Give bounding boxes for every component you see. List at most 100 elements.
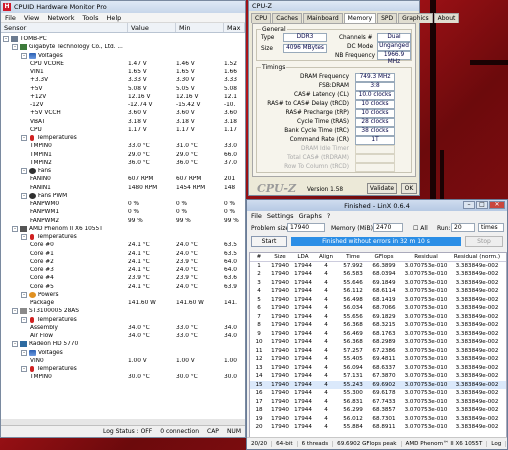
tab-mainboard[interactable]: Mainboard bbox=[303, 13, 343, 23]
collapse-toggle-icon[interactable]: - bbox=[12, 308, 18, 315]
table-row[interactable]: 5 17940 17944 4 56.498 68.1419 3.070753e-010 3.… bbox=[250, 296, 506, 305]
tree-row[interactable]: TMPIN0 30.0 °C 30.0 °C 30.0 bbox=[1, 373, 245, 381]
tree-row[interactable]: - Voltages bbox=[1, 52, 245, 60]
tab-about[interactable]: About bbox=[433, 13, 460, 23]
column-value[interactable]: Value bbox=[128, 23, 176, 32]
log-button[interactable]: Log bbox=[487, 440, 507, 447]
stop-button[interactable]: Stop bbox=[465, 236, 503, 247]
problem-size-field[interactable]: 17940 bbox=[287, 223, 325, 232]
cpuz-titlebar[interactable]: CPU-Z bbox=[249, 1, 419, 11]
table-row[interactable]: 10 17940 17944 4 56.368 68.2989 3.070753e-010 3… bbox=[250, 338, 506, 347]
menu-settings[interactable]: Settings bbox=[267, 212, 294, 220]
table-row[interactable]: 20 17940 17944 4 55.884 68.8911 3.070753e-010 3… bbox=[250, 423, 506, 432]
column-header[interactable]: LDA bbox=[292, 254, 314, 260]
collapse-toggle-icon[interactable]: - bbox=[21, 366, 27, 373]
tree-row[interactable]: - Temperatures bbox=[1, 233, 245, 241]
table-row[interactable]: 14 17940 17944 4 57.131 67.3870 3.070753e-010 3… bbox=[250, 372, 506, 381]
tree-row[interactable]: FANPWM1 0 % 0 % 0 % bbox=[1, 208, 245, 216]
menu-file[interactable]: File bbox=[5, 14, 16, 22]
tree-row[interactable]: - Temperatures bbox=[1, 134, 245, 142]
table-row[interactable]: 11 17940 17944 4 57.257 67.2386 3.070753e-010 3… bbox=[250, 347, 506, 356]
close-button[interactable]: ✕ bbox=[489, 201, 505, 209]
tree-row[interactable]: VIN1 1.65 V 1.65 V 1.66 bbox=[1, 68, 245, 76]
collapse-toggle-icon[interactable]: - bbox=[21, 52, 27, 59]
tree-row[interactable]: - Gigabyte Technology Co., Ltd. ... bbox=[1, 43, 245, 51]
tab-spd[interactable]: SPD bbox=[377, 13, 398, 23]
table-row[interactable]: 18 17940 17944 4 56.299 68.3857 3.070753e-010 3… bbox=[250, 406, 506, 415]
tree-row[interactable]: - Voltages bbox=[1, 349, 245, 357]
menu-network[interactable]: Network bbox=[47, 14, 74, 22]
table-row[interactable]: 13 17940 17944 4 56.094 68.6337 3.070753e-010 3… bbox=[250, 364, 506, 373]
run-count-field[interactable]: 20 bbox=[451, 223, 475, 232]
tree-row[interactable]: - Temperatures bbox=[1, 316, 245, 324]
tree-row[interactable]: FANPWM2 99 % 99 % 99 % bbox=[1, 217, 245, 225]
table-row[interactable]: 12 17940 17944 4 55.405 69.4811 3.070753e-010 3… bbox=[250, 355, 506, 364]
collapse-toggle-icon[interactable]: - bbox=[3, 36, 9, 43]
tree-row[interactable]: - ST3100005 28AS bbox=[1, 307, 245, 315]
maximize-button[interactable]: □ bbox=[476, 201, 488, 209]
tab-graphics[interactable]: Graphics bbox=[398, 13, 433, 23]
run-unit-select[interactable]: times bbox=[478, 223, 504, 232]
tree-row[interactable]: TMPIN2 36.0 °C 36.0 °C 37.0 bbox=[1, 159, 245, 167]
collapse-toggle-icon[interactable]: - bbox=[12, 225, 18, 232]
menu-file[interactable]: File bbox=[251, 212, 262, 220]
table-row[interactable]: 19 17940 17944 4 56.012 68.7301 3.070753e-010 3… bbox=[250, 415, 506, 424]
tree-row[interactable]: - Powers bbox=[1, 291, 245, 299]
tree-row[interactable]: - Temperatures bbox=[1, 365, 245, 373]
column-header[interactable]: GFlops bbox=[368, 254, 400, 260]
table-row[interactable]: 2 17940 17944 4 56.583 68.0394 3.070753e-010 3.… bbox=[250, 270, 506, 279]
linx-titlebar[interactable]: Finished - LinX 0.6.4 – □ ✕ bbox=[247, 200, 507, 211]
collapse-toggle-icon[interactable]: - bbox=[21, 349, 27, 356]
tree-row[interactable]: Air Flow 34.0 °C 33.0 °C 34.0 bbox=[1, 332, 245, 340]
menu-help[interactable]: Help bbox=[106, 14, 121, 22]
collapse-toggle-icon[interactable]: - bbox=[21, 234, 27, 241]
table-row[interactable]: 15 17940 17944 4 55.243 69.6902 3.070753e-010 3… bbox=[250, 380, 506, 389]
ok-button[interactable]: OK bbox=[401, 183, 417, 194]
table-row[interactable]: 7 17940 17944 4 55.656 69.1829 3.070753e-010 3.… bbox=[250, 313, 506, 322]
tree-row[interactable]: CPU 1.17 V 1.17 V 1.17 bbox=[1, 126, 245, 134]
tree-row[interactable]: CPU VCORE 1.47 V 1.46 V 1.52 bbox=[1, 60, 245, 68]
tree-row[interactable]: - AMD Phenom II X6 1055T bbox=[1, 225, 245, 233]
column-min[interactable]: Min bbox=[176, 23, 224, 32]
tree-row[interactable]: - TOMB-PC bbox=[1, 35, 245, 43]
collapse-toggle-icon[interactable]: - bbox=[21, 291, 27, 298]
tree-row[interactable]: Core #0 24.1 °C 24.0 °C 63.5 bbox=[1, 241, 245, 249]
tree-row[interactable]: VBAT 3.18 V 3.18 V 3.18 bbox=[1, 118, 245, 126]
tree-row[interactable]: FANIN0 607 RPM 607 RPM 201 bbox=[1, 175, 245, 183]
tree-row[interactable]: +5V 5.08 V 5.05 V 5.08 bbox=[1, 85, 245, 93]
menu-view[interactable]: View bbox=[24, 14, 39, 22]
column-header[interactable]: Residual (norm.) bbox=[452, 254, 502, 260]
all-checkbox[interactable]: ☐ All bbox=[413, 225, 428, 232]
tab-caches[interactable]: Caches bbox=[272, 13, 302, 23]
tree-row[interactable]: +3.3V 3.33 V 3.30 V 3.33 bbox=[1, 76, 245, 84]
tree-row[interactable]: Core #2 24.1 °C 23.9 °C 64.0 bbox=[1, 258, 245, 266]
tree-row[interactable]: FANIN1 1480 RPM 1454 RPM 148 bbox=[1, 184, 245, 192]
tree-row[interactable]: Core #1 24.1 °C 24.0 °C 63.5 bbox=[1, 250, 245, 258]
menu-help[interactable]: ? bbox=[327, 212, 330, 220]
tree-row[interactable]: - Fans PWM bbox=[1, 192, 245, 200]
column-max[interactable]: Max bbox=[224, 23, 245, 32]
start-button[interactable]: Start bbox=[251, 236, 287, 247]
tree-row[interactable]: VIN0 1.00 V 1.00 V 1.00 bbox=[1, 357, 245, 365]
hwmonitor-titlebar[interactable]: H CPUID Hardware Monitor Pro bbox=[1, 1, 245, 13]
column-header[interactable]: # bbox=[250, 254, 268, 260]
results-table[interactable]: # Size LDA Align Time GFlops Residual Residual … bbox=[249, 252, 507, 438]
column-header[interactable]: Align bbox=[314, 254, 338, 260]
tab-cpu[interactable]: CPU bbox=[251, 13, 272, 23]
tree-row[interactable]: +12V 12.16 V 12.16 V 12.1 bbox=[1, 93, 245, 101]
menu-graphs[interactable]: Graphs bbox=[299, 212, 322, 220]
tree-row[interactable]: Package 141.60 W 141.60 W 141. bbox=[1, 299, 245, 307]
validate-button[interactable]: Validate bbox=[367, 183, 397, 194]
table-row[interactable]: 3 17940 17944 4 55.646 69.1849 3.070753e-010 3.… bbox=[250, 279, 506, 288]
collapse-toggle-icon[interactable]: - bbox=[12, 44, 18, 51]
tree-row[interactable]: - Fans bbox=[1, 167, 245, 175]
column-header[interactable]: Size bbox=[268, 254, 292, 260]
tree-row[interactable]: Core #5 24.1 °C 24.0 °C 63.9 bbox=[1, 283, 245, 291]
table-row[interactable]: 17 17940 17944 4 56.831 67.7433 3.070753e-010 3… bbox=[250, 398, 506, 407]
tree-row[interactable]: TMPIN1 29.0 °C 29.0 °C 66.0 bbox=[1, 151, 245, 159]
memory-field[interactable]: 2470 bbox=[373, 223, 403, 232]
table-row[interactable]: 9 17940 17944 4 56.469 68.1763 3.070753e-010 3.… bbox=[250, 330, 506, 339]
tree-row[interactable]: TMPIN0 33.0 °C 31.0 °C 33.0 bbox=[1, 142, 245, 150]
table-row[interactable]: 4 17940 17944 4 56.112 68.6114 3.070753e-010 3.… bbox=[250, 287, 506, 296]
tree-row[interactable]: Assembly 34.0 °C 33.0 °C 34.0 bbox=[1, 324, 245, 332]
